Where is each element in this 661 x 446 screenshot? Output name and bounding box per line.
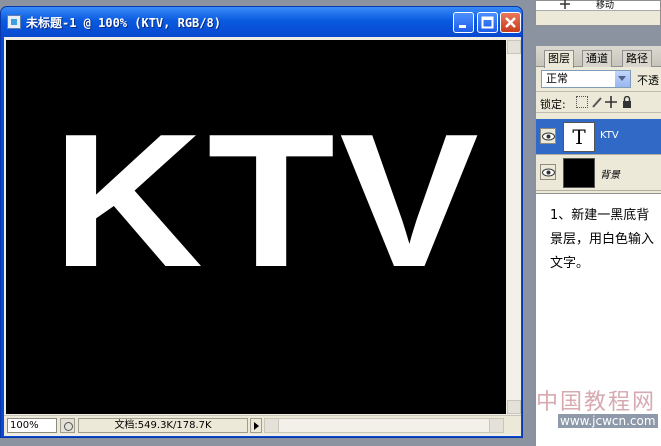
minimize-button[interactable] [453, 12, 474, 33]
layers-panel: 图层 通道 路径 正常 不透 锁定: T KTV 背景 1、新建一黑底背景层，用… [535, 46, 661, 446]
document-client-area: KTV 100% 文档:549.3K/178.7K [4, 37, 521, 436]
blend-mode-select[interactable]: 正常 [541, 70, 631, 88]
history-item[interactable]: 移动 [536, 0, 660, 11]
status-bar: 100% 文档:549.3K/178.7K [4, 415, 521, 434]
blend-mode-value: 正常 [546, 72, 568, 85]
close-icon [505, 17, 516, 28]
tab-layers[interactable]: 图层 [544, 50, 574, 68]
lock-row: 锁定: [536, 91, 661, 113]
scroll-right-button[interactable] [489, 419, 503, 432]
horizontal-scrollbar[interactable] [264, 418, 504, 433]
canvas-ktv-text: KTV [52, 95, 484, 307]
maximize-icon [481, 16, 494, 29]
panel-tabs: 图层 通道 路径 [536, 46, 661, 68]
lock-position-icon[interactable] [605, 96, 617, 108]
status-menu-arrow-button[interactable] [250, 418, 262, 433]
scroll-left-button[interactable] [265, 419, 279, 432]
layer-name[interactable]: KTV [600, 130, 619, 141]
layer-visibility-toggle[interactable] [540, 128, 556, 144]
lock-label: 锁定: [540, 98, 566, 111]
document-titlebar[interactable]: 未标题-1 @ 100% (KTV, RGB/8) [1, 7, 522, 37]
eye-icon [542, 132, 555, 141]
watermark-site-name: 中国教程网 [536, 390, 657, 415]
layer-row-ktv[interactable]: T KTV [536, 119, 661, 155]
chevron-down-icon[interactable] [615, 71, 630, 87]
close-button[interactable] [500, 12, 521, 33]
text-layer-thumbnail: T [563, 122, 595, 152]
watermark-url: www.jcwcn.com [558, 414, 658, 428]
maximize-button[interactable] [477, 12, 498, 33]
opacity-label: 不透 [637, 74, 659, 87]
scroll-down-button[interactable] [507, 400, 521, 414]
background-layer-thumbnail [563, 158, 595, 188]
scroll-up-button[interactable] [507, 40, 521, 54]
lock-transparency-icon[interactable] [576, 96, 588, 108]
minimize-icon [459, 25, 466, 28]
history-item-label: 移动 [596, 1, 615, 11]
history-panel: 移动 [535, 0, 661, 26]
tutorial-note: 1、新建一黑底背景层，用白色输入文字。 中国教程网 www.jcwcn.com [536, 193, 661, 446]
tutorial-note-text: 1、新建一黑底背景层，用白色输入文字。 [550, 208, 655, 271]
lock-paint-icon[interactable] [591, 96, 603, 108]
layer-visibility-toggle[interactable] [540, 164, 556, 180]
eye-icon [542, 168, 555, 177]
vertical-scrollbar[interactable] [507, 40, 521, 414]
image-canvas[interactable]: KTV [6, 40, 506, 414]
move-tool-icon [560, 0, 570, 9]
document-window[interactable]: 未标题-1 @ 100% (KTV, RGB/8) KTV 100% 文档:54… [0, 6, 523, 438]
lock-all-icon[interactable] [621, 96, 633, 108]
zoom-level-input[interactable]: 100% [7, 418, 57, 433]
tab-channels[interactable]: 通道 [582, 50, 612, 67]
status-info-icon[interactable] [60, 418, 75, 433]
document-size-info: 文档:549.3K/178.7K [78, 418, 248, 433]
document-title: 未标题-1 @ 100% (KTV, RGB/8) [26, 16, 221, 30]
photoshop-document-icon [7, 15, 21, 29]
layer-row-background[interactable]: 背景 [536, 155, 661, 191]
layer-name[interactable]: 背景 [600, 166, 620, 181]
tab-paths[interactable]: 路径 [622, 50, 652, 67]
